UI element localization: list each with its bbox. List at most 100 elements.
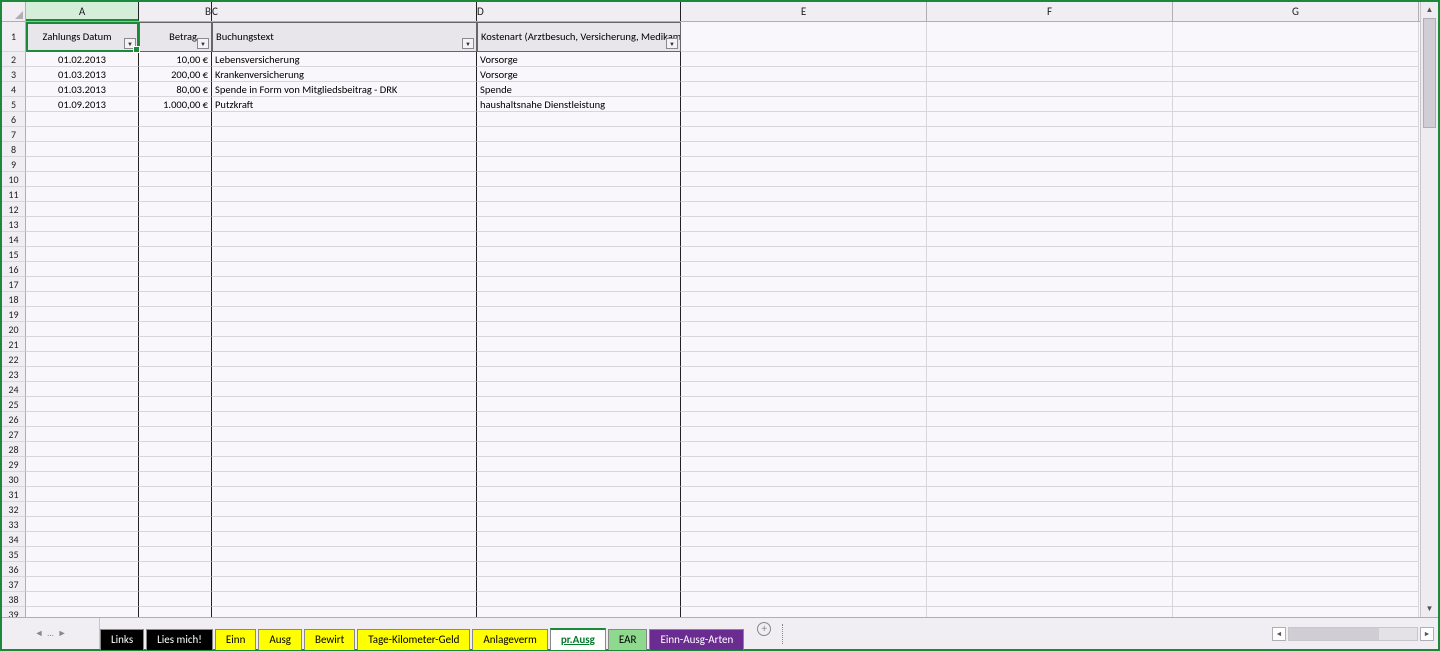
cell-D30[interactable] <box>477 472 681 487</box>
cell-D2[interactable]: Vorsorge <box>477 52 681 67</box>
cell-E15[interactable] <box>681 247 927 262</box>
sheet-tab-tage-kilometer-geld[interactable]: Tage-Kilometer-Geld <box>357 629 470 650</box>
cell-E38[interactable] <box>681 592 927 607</box>
cell-F6[interactable] <box>927 112 1173 127</box>
cell-F23[interactable] <box>927 367 1173 382</box>
cell-E27[interactable] <box>681 427 927 442</box>
cell-G32[interactable] <box>1173 502 1419 517</box>
cell-G15[interactable] <box>1173 247 1419 262</box>
cell-E32[interactable] <box>681 502 927 517</box>
cell-E22[interactable] <box>681 352 927 367</box>
cell-C7[interactable] <box>212 127 477 142</box>
cell-F29[interactable] <box>927 457 1173 472</box>
cell-C34[interactable] <box>212 532 477 547</box>
cell-D23[interactable] <box>477 367 681 382</box>
cell-A23[interactable] <box>26 367 139 382</box>
cell-B7[interactable] <box>139 127 212 142</box>
cell-B9[interactable] <box>139 157 212 172</box>
cell-B12[interactable] <box>139 202 212 217</box>
row-header-21[interactable]: 21 <box>2 337 26 352</box>
cell-B5[interactable]: 1.000,00 € <box>139 97 212 112</box>
cell-E24[interactable] <box>681 382 927 397</box>
cell-D21[interactable] <box>477 337 681 352</box>
row-header-29[interactable]: 29 <box>2 457 26 472</box>
cell-D20[interactable] <box>477 322 681 337</box>
row-header-6[interactable]: 6 <box>2 112 26 127</box>
cell-F16[interactable] <box>927 262 1173 277</box>
cell-C11[interactable] <box>212 187 477 202</box>
cell-A10[interactable] <box>26 172 139 187</box>
cell-A5[interactable]: 01.09.2013 <box>26 97 139 112</box>
cell-G3[interactable] <box>1173 67 1419 82</box>
cell-E23[interactable] <box>681 367 927 382</box>
cell-A20[interactable] <box>26 322 139 337</box>
select-all-corner[interactable] <box>2 2 26 21</box>
cell-F32[interactable] <box>927 502 1173 517</box>
cell-G29[interactable] <box>1173 457 1419 472</box>
cell-C17[interactable] <box>212 277 477 292</box>
cell-G39[interactable] <box>1173 607 1419 617</box>
cell-A28[interactable] <box>26 442 139 457</box>
cell-E28[interactable] <box>681 442 927 457</box>
cell-F11[interactable] <box>927 187 1173 202</box>
cell-G18[interactable] <box>1173 292 1419 307</box>
cell-E1[interactable] <box>681 22 927 52</box>
cell-F37[interactable] <box>927 577 1173 592</box>
cell-A2[interactable]: 01.02.2013 <box>26 52 139 67</box>
cell-C28[interactable] <box>212 442 477 457</box>
cell-G16[interactable] <box>1173 262 1419 277</box>
column-header-C[interactable]: C <box>212 2 477 21</box>
cell-E39[interactable] <box>681 607 927 617</box>
cell-B31[interactable] <box>139 487 212 502</box>
row-header-35[interactable]: 35 <box>2 547 26 562</box>
cell-E3[interactable] <box>681 67 927 82</box>
scroll-up-icon[interactable]: ▲ <box>1421 2 1438 18</box>
filter-dropdown-icon[interactable] <box>197 38 209 49</box>
sheet-tab-einn-ausg-arten[interactable]: Einn-Ausg-Arten <box>649 629 744 650</box>
cell-B22[interactable] <box>139 352 212 367</box>
cell-E12[interactable] <box>681 202 927 217</box>
row-header-7[interactable]: 7 <box>2 127 26 142</box>
cell-D19[interactable] <box>477 307 681 322</box>
cell-D26[interactable] <box>477 412 681 427</box>
cell-E30[interactable] <box>681 472 927 487</box>
new-sheet-button[interactable]: + <box>750 618 778 639</box>
cell-G36[interactable] <box>1173 562 1419 577</box>
cell-D5[interactable]: haushaltsnahe Dienstleistung <box>477 97 681 112</box>
row-header-15[interactable]: 15 <box>2 247 26 262</box>
row-header-12[interactable]: 12 <box>2 202 26 217</box>
cell-G11[interactable] <box>1173 187 1419 202</box>
cell-C39[interactable] <box>212 607 477 617</box>
cell-B29[interactable] <box>139 457 212 472</box>
cell-C3[interactable]: Krankenversicherung <box>212 67 477 82</box>
cell-A18[interactable] <box>26 292 139 307</box>
cell-C25[interactable] <box>212 397 477 412</box>
cell-B11[interactable] <box>139 187 212 202</box>
row-header-16[interactable]: 16 <box>2 262 26 277</box>
tab-nav-next-icon[interactable]: ► <box>58 628 67 639</box>
cell-C12[interactable] <box>212 202 477 217</box>
cell-F39[interactable] <box>927 607 1173 617</box>
cell-B8[interactable] <box>139 142 212 157</box>
column-header-F[interactable]: F <box>927 2 1173 21</box>
row-header-11[interactable]: 11 <box>2 187 26 202</box>
cell-A30[interactable] <box>26 472 139 487</box>
vertical-scrollbar[interactable]: ▲ ▼ <box>1420 2 1438 617</box>
cell-G20[interactable] <box>1173 322 1419 337</box>
cell-B35[interactable] <box>139 547 212 562</box>
cell-F1[interactable] <box>927 22 1173 52</box>
cell-E16[interactable] <box>681 262 927 277</box>
cell-F24[interactable] <box>927 382 1173 397</box>
cell-G21[interactable] <box>1173 337 1419 352</box>
filter-dropdown-icon[interactable] <box>124 38 136 49</box>
cell-B28[interactable] <box>139 442 212 457</box>
cell-F3[interactable] <box>927 67 1173 82</box>
cell-C5[interactable]: Putzkraft <box>212 97 477 112</box>
cell-G4[interactable] <box>1173 82 1419 97</box>
cell-B38[interactable] <box>139 592 212 607</box>
row-header-14[interactable]: 14 <box>2 232 26 247</box>
cell-A4[interactable]: 01.03.2013 <box>26 82 139 97</box>
cell-E9[interactable] <box>681 157 927 172</box>
row-header-20[interactable]: 20 <box>2 322 26 337</box>
cell-E35[interactable] <box>681 547 927 562</box>
